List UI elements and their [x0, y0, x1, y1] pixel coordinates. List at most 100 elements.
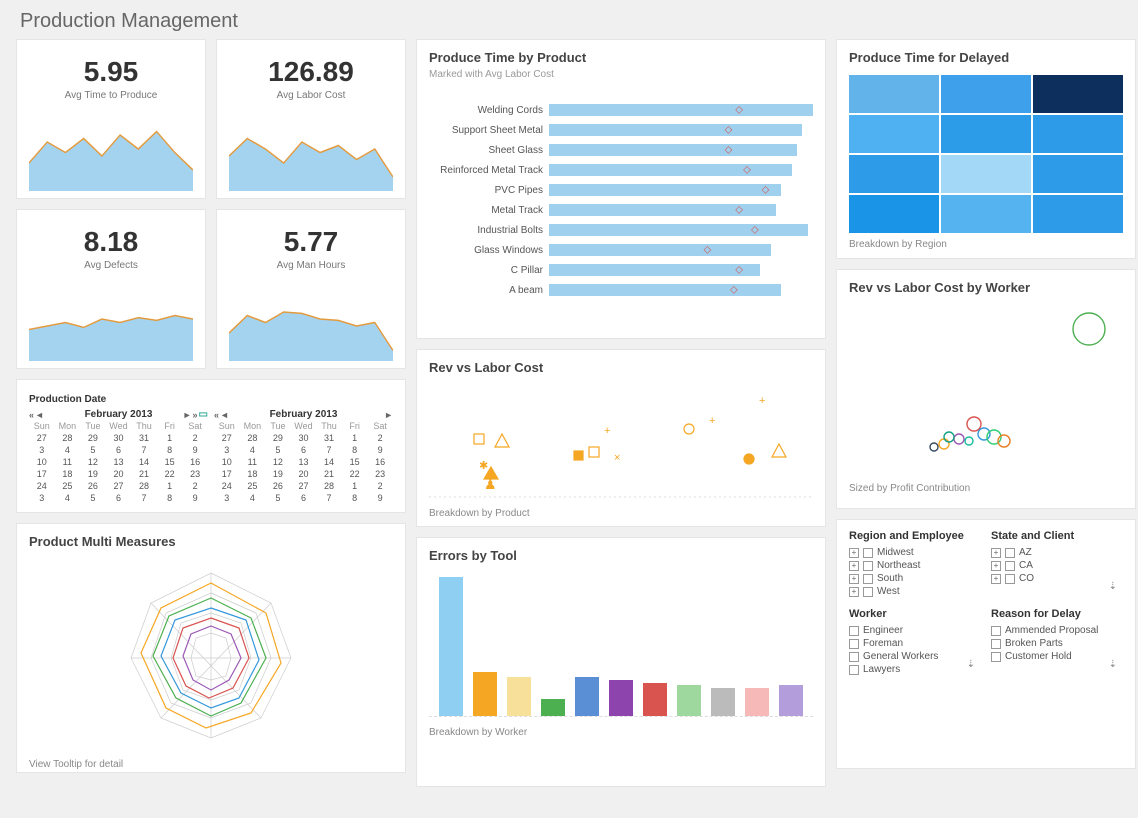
filter-item[interactable]: + CA	[991, 559, 1123, 572]
hbar-row[interactable]: Reinforced Metal Track ◇	[429, 160, 813, 180]
error-bar[interactable]	[473, 672, 497, 716]
product-multi-measures-card: Product Multi Measures	[16, 523, 406, 773]
error-bar[interactable]	[439, 577, 463, 716]
error-bar[interactable]	[575, 677, 599, 716]
kpi-card-3[interactable]: 5.77 Avg Man Hours	[216, 209, 406, 369]
checkbox-icon[interactable]	[991, 652, 1001, 662]
hbar-row[interactable]: Support Sheet Metal ◇	[429, 120, 813, 140]
hbar-row[interactable]: Sheet Glass ◇	[429, 140, 813, 160]
hbar-row[interactable]: Industrial Bolts ◇	[429, 220, 813, 240]
radar-chart[interactable]	[29, 553, 393, 753]
heat-cell[interactable]	[849, 115, 939, 153]
heat-cell[interactable]	[941, 115, 1031, 153]
heat-cell[interactable]	[941, 195, 1031, 233]
kpi-value: 5.95	[29, 56, 193, 88]
rev-vs-labor-scatter[interactable]: + + + × ✱ ♟	[429, 379, 813, 499]
rev-vs-labor-worker-scatter[interactable]	[849, 299, 1123, 474]
error-bar[interactable]	[643, 683, 667, 716]
expand-icon[interactable]: +	[849, 574, 859, 584]
checkbox-icon[interactable]	[849, 652, 859, 662]
kpi-card-1[interactable]: 126.89 Avg Labor Cost	[216, 39, 406, 199]
cal-next-fast-icon[interactable]: »	[193, 410, 198, 420]
filter-item[interactable]: Foreman	[849, 637, 981, 650]
checkbox-icon[interactable]	[849, 639, 859, 649]
calendar-month: February 2013	[85, 409, 153, 420]
expand-icon[interactable]: +	[849, 548, 859, 558]
heat-cell[interactable]	[1033, 75, 1123, 113]
error-bar[interactable]	[711, 688, 735, 716]
heat-cell[interactable]	[849, 195, 939, 233]
filter-reason: Reason for Delay Ammended Proposal Broke…	[991, 608, 1123, 676]
error-bar[interactable]	[609, 680, 633, 716]
checkbox-icon[interactable]	[991, 639, 1001, 649]
error-bar[interactable]	[541, 699, 565, 716]
filter-region-employee-title: Region and Employee	[849, 530, 981, 542]
kpi-value: 5.77	[229, 226, 393, 258]
filter-item[interactable]: + West	[849, 585, 981, 598]
cal-next-icon[interactable]: ►	[183, 410, 192, 420]
heat-cell[interactable]	[941, 75, 1031, 113]
expand-icon[interactable]: +	[849, 561, 859, 571]
svg-text:+: +	[604, 425, 610, 437]
filter-item[interactable]: Engineer	[849, 624, 981, 637]
calendar-0[interactable]: « ◄ February 2013 ► »▭ SunMonTueWedThuFr…	[29, 409, 208, 504]
hbar-row[interactable]: PVC Pipes ◇	[429, 180, 813, 200]
heat-cell[interactable]	[849, 155, 939, 193]
kpi-card-2[interactable]: 8.18 Avg Defects	[16, 209, 206, 369]
cal-range-icon[interactable]: ▭	[199, 409, 208, 420]
cal-prev-icon[interactable]: ◄	[35, 410, 44, 420]
error-bar[interactable]	[677, 685, 701, 716]
heatmap[interactable]	[849, 75, 1123, 233]
heat-cell[interactable]	[1033, 155, 1123, 193]
checkbox-icon[interactable]	[849, 665, 859, 675]
filter-item[interactable]: General Workers	[849, 650, 981, 663]
error-bar[interactable]	[745, 688, 769, 716]
checkbox-icon[interactable]	[863, 587, 873, 597]
checkbox-icon[interactable]	[863, 574, 873, 584]
cal-prev-fast-icon[interactable]: «	[214, 410, 219, 420]
errors-by-tool-chart[interactable]	[429, 567, 813, 717]
filter-item[interactable]: + Northeast	[849, 559, 981, 572]
hbar-row[interactable]: Welding Cords ◇	[429, 100, 813, 120]
error-bar[interactable]	[507, 677, 531, 716]
heat-cell[interactable]	[941, 155, 1031, 193]
hbar-row[interactable]: Metal Track ◇	[429, 200, 813, 220]
filter-item[interactable]: + AZ	[991, 546, 1123, 559]
cal-prev-icon[interactable]: ◄	[220, 410, 229, 420]
checkbox-icon[interactable]	[1005, 548, 1015, 558]
hbar-row[interactable]: Glass Windows ◇	[429, 240, 813, 260]
diamond-marker-icon: ◇	[725, 145, 733, 156]
produce-time-delayed-card: Produce Time for Delayed Breakdown by Re…	[836, 39, 1136, 259]
checkbox-icon[interactable]	[991, 626, 1001, 636]
kpi-card-0[interactable]: 5.95 Avg Time to Produce	[16, 39, 206, 199]
filter-item[interactable]: + South	[849, 572, 981, 585]
calendar-1[interactable]: « ◄ February 2013 ► SunMonTueWedThuFriSa…	[214, 409, 393, 504]
expand-icon[interactable]: +	[991, 548, 1001, 558]
expand-icon[interactable]: +	[991, 574, 1001, 584]
produce-time-subtitle: Marked with Avg Labor Cost	[429, 69, 813, 80]
expand-icon[interactable]: +	[849, 587, 859, 597]
heat-cell[interactable]	[1033, 115, 1123, 153]
filter-item[interactable]: Lawyers	[849, 663, 981, 676]
filter-item[interactable]: + CO	[991, 572, 1123, 585]
scroll-down-icon[interactable]: ⇣	[1109, 659, 1117, 670]
filter-item[interactable]: Broken Parts	[991, 637, 1123, 650]
cal-next-icon[interactable]: ►	[384, 410, 393, 420]
error-bar[interactable]	[779, 685, 803, 716]
heat-cell[interactable]	[849, 75, 939, 113]
hbar-row[interactable]: A beam ◇	[429, 280, 813, 300]
filter-item[interactable]: Ammended Proposal	[991, 624, 1123, 637]
heat-cell[interactable]	[1033, 195, 1123, 233]
checkbox-icon[interactable]	[849, 626, 859, 636]
scroll-down-icon[interactable]: ⇣	[967, 659, 975, 670]
filter-item[interactable]: + Midwest	[849, 546, 981, 559]
filter-item[interactable]: Customer Hold	[991, 650, 1123, 663]
cal-prev-fast-icon[interactable]: «	[29, 410, 34, 420]
checkbox-icon[interactable]	[1005, 561, 1015, 571]
hbar-row[interactable]: C Pillar ◇	[429, 260, 813, 280]
checkbox-icon[interactable]	[863, 561, 873, 571]
scroll-down-icon[interactable]: ⇣	[1109, 581, 1117, 592]
checkbox-icon[interactable]	[863, 548, 873, 558]
expand-icon[interactable]: +	[991, 561, 1001, 571]
checkbox-icon[interactable]	[1005, 574, 1015, 584]
